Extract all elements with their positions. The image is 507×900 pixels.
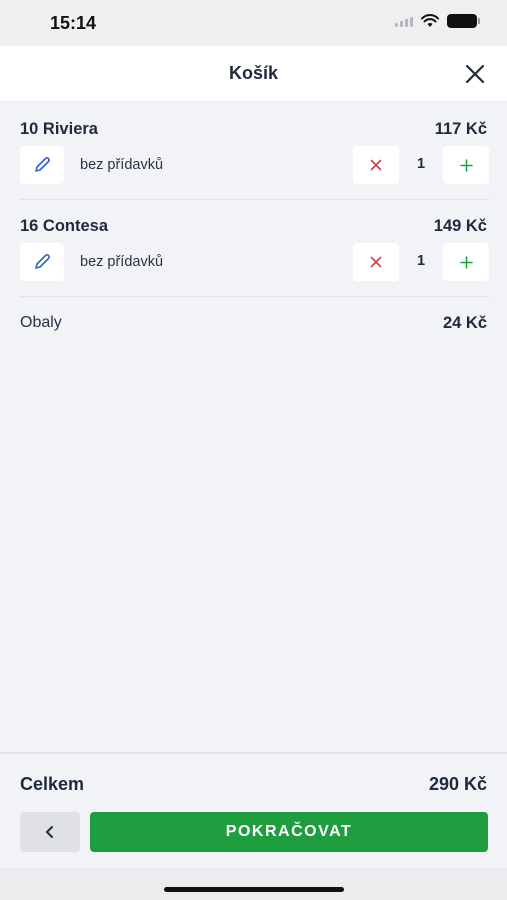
wifi-icon <box>421 14 439 27</box>
item-price: 149 Kč <box>433 217 487 235</box>
chevron-left-icon <box>46 826 53 838</box>
cart-item: 16 Contesa 149 Kč bez přídavků 1 <box>20 199 489 297</box>
remove-button[interactable] <box>353 243 399 281</box>
status-icons <box>395 14 480 28</box>
plus-icon <box>459 255 473 269</box>
close-button[interactable] <box>463 62 487 86</box>
pencil-icon <box>35 157 50 172</box>
add-button[interactable] <box>443 146 489 184</box>
edit-button[interactable] <box>20 243 64 281</box>
packaging-label: Obaly <box>20 314 62 331</box>
pencil-icon <box>35 254 50 269</box>
x-icon <box>370 256 382 268</box>
quantity-stepper: 1 <box>353 243 489 281</box>
add-button[interactable] <box>443 243 489 281</box>
header: Košík <box>0 46 507 102</box>
quantity-value: 1 <box>416 253 426 269</box>
edit-button[interactable] <box>20 146 64 184</box>
signal-icon <box>395 15 413 27</box>
item-price: 117 Kč <box>434 120 487 138</box>
quantity-stepper: 1 <box>353 146 489 184</box>
item-name: 16 Contesa <box>20 217 109 235</box>
item-description: bez přídavků <box>80 254 164 270</box>
continue-button[interactable]: POKRAČOVAT <box>90 812 488 852</box>
home-indicator[interactable] <box>164 887 344 892</box>
cart-item: 10 Riviera 117 Kč bez přídavků 1 <box>20 102 489 200</box>
item-name: 10 Riviera <box>20 120 98 138</box>
packaging-price: 24 Kč <box>442 314 487 332</box>
item-description: bez přídavků <box>80 157 164 173</box>
total-label: Celkem <box>20 774 85 794</box>
close-icon <box>465 64 485 84</box>
status-bar: 15:14 <box>0 0 507 46</box>
remove-button[interactable] <box>353 146 399 184</box>
quantity-value: 1 <box>416 156 426 172</box>
status-time: 15:14 <box>50 13 97 33</box>
footer: Celkem 290 Kč POKRAČOVAT <box>0 752 507 868</box>
plus-icon <box>459 158 473 172</box>
page-title: Košík <box>228 63 279 83</box>
battery-icon <box>447 14 480 28</box>
back-button[interactable] <box>20 812 80 852</box>
x-icon <box>370 159 382 171</box>
total-price: 290 Kč <box>428 774 487 794</box>
home-bar-area <box>0 868 507 900</box>
